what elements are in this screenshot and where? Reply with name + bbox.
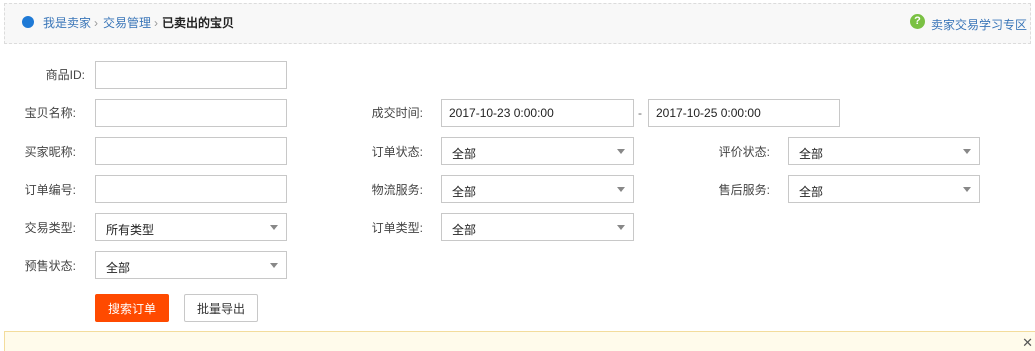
logistics-service-value: 全部: [452, 185, 477, 199]
order-number-input[interactable]: [95, 175, 287, 203]
order-status-select[interactable]: 全部: [441, 137, 634, 165]
order-type-label: 订单类型:: [371, 221, 423, 235]
search-orders-button[interactable]: 搜索订单: [95, 294, 169, 322]
buyer-nick-label: 买家昵称:: [24, 145, 76, 159]
presale-status-select[interactable]: 全部: [95, 251, 287, 279]
deal-type-label: 交易类型:: [24, 221, 76, 235]
page-title: 已卖出的宝贝: [162, 16, 235, 30]
deal-type-select[interactable]: 所有类型: [95, 213, 287, 241]
review-status-select[interactable]: 全部: [788, 137, 980, 165]
dropdown-arrow-icon: [617, 149, 625, 154]
date-range-separator: -: [638, 106, 642, 120]
close-icon[interactable]: ✕: [1022, 335, 1033, 351]
deal-type-value: 所有类型: [106, 223, 155, 237]
logistics-service-label: 物流服务:: [371, 183, 423, 197]
logistics-service-select[interactable]: 全部: [441, 175, 634, 203]
breadcrumb-separator: ›: [94, 16, 98, 30]
dropdown-arrow-icon: [963, 149, 971, 154]
after-sale-service-select[interactable]: 全部: [788, 175, 980, 203]
page-header: 我是卖家 › 交易管理 › 已卖出的宝贝 ? 卖家交易学习专区: [4, 3, 1031, 44]
item-name-input[interactable]: [95, 99, 287, 127]
after-sale-service-value: 全部: [799, 185, 824, 199]
dropdown-arrow-icon: [270, 225, 278, 230]
breadcrumb-item-seller[interactable]: 我是卖家: [43, 16, 91, 30]
item-id-input[interactable]: [95, 61, 287, 89]
notice-bar: ✕: [4, 331, 1035, 351]
presale-status-label: 预售状态:: [24, 259, 76, 273]
dropdown-arrow-icon: [617, 225, 625, 230]
review-status-value: 全部: [799, 147, 824, 161]
after-sale-service-label: 售后服务:: [718, 183, 770, 197]
order-status-label: 订单状态:: [371, 145, 423, 159]
order-type-value: 全部: [452, 223, 477, 237]
batch-export-button[interactable]: 批量导出: [184, 294, 258, 322]
breadcrumb-separator: ›: [154, 16, 158, 30]
help-question-icon: ?: [910, 14, 925, 29]
dropdown-arrow-icon: [617, 187, 625, 192]
deal-time-end-input[interactable]: [648, 99, 840, 127]
dropdown-arrow-icon: [270, 263, 278, 268]
item-name-label: 宝贝名称:: [24, 106, 76, 120]
order-status-value: 全部: [452, 147, 477, 161]
presale-status-value: 全部: [106, 261, 131, 275]
dropdown-arrow-icon: [963, 187, 971, 192]
seller-learning-zone-link[interactable]: 卖家交易学习专区: [931, 16, 1027, 33]
deal-time-start-input[interactable]: [441, 99, 634, 127]
buyer-nick-input[interactable]: [95, 137, 287, 165]
order-number-label: 订单编号:: [24, 183, 76, 197]
review-status-label: 评价状态:: [718, 145, 770, 159]
breadcrumb-item-trade-management[interactable]: 交易管理: [103, 16, 151, 30]
item-id-label: 商品ID:: [45, 68, 85, 82]
order-type-select[interactable]: 全部: [441, 213, 634, 241]
deal-time-label: 成交时间:: [371, 106, 423, 120]
seller-logo-icon: [22, 16, 34, 28]
